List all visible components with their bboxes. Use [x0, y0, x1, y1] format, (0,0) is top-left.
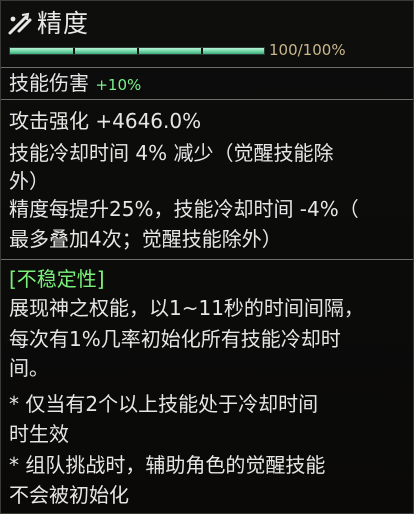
skill-damage-label: 技能伤害 [9, 71, 89, 95]
item-tooltip: 精度 100/100% 技能伤害 +10% 攻击强化 +4646.0% 技能冷却… [0, 0, 414, 514]
instability-note-2b: 不会被初始化 [9, 483, 129, 507]
progress-segment-divider [137, 48, 139, 54]
precision-line-1: 精度每提升25%，技能冷却时间 -4%（ [9, 197, 359, 221]
skill-damage-row: 技能伤害 +10% [9, 71, 141, 97]
progress-label: 100/100% [269, 41, 346, 59]
progress-segment-divider [73, 48, 75, 54]
divider [1, 67, 413, 68]
divider [1, 259, 413, 260]
precision-progress-bar [9, 47, 265, 55]
attack-boost-line: 攻击强化 +4646.0% [9, 109, 202, 133]
divider [1, 99, 413, 100]
instability-desc-3: 间。 [9, 356, 49, 380]
instability-note-1b: 时生效 [9, 422, 69, 446]
cooldown-line-1: 技能冷却时间 4% 减少（觉醒技能除 [9, 141, 334, 165]
precision-line-2: 最多叠加4次；觉醒技能除外） [9, 227, 282, 251]
tooltip-header: 精度 100/100% [1, 1, 413, 65]
stat-title: 精度 [37, 9, 90, 38]
progress-segment-divider [201, 48, 203, 54]
cooldown-line-2: 外） [9, 169, 49, 193]
instability-tag: [不稳定性] [9, 267, 105, 291]
skill-damage-value: +10% [95, 76, 142, 94]
instability-desc-1: 展现神之权能，以1~11秒的时间间隔， [9, 296, 364, 320]
instability-note-2a: * 组队挑战时，辅助角色的觉醒技能 [9, 453, 326, 477]
instability-desc-2: 每次有1%几率初始化所有技能冷却时 [9, 327, 341, 351]
instability-note-1a: * 仅当有2个以上技能处于冷却时间 [9, 392, 319, 416]
precision-icon [8, 12, 32, 35]
